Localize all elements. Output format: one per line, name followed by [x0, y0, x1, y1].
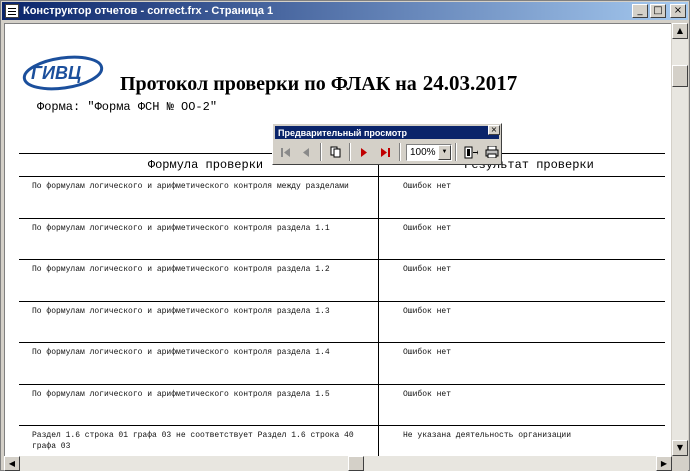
result-cell: Ошибок нет: [403, 265, 452, 274]
report-date: 24.03.2017: [422, 71, 518, 95]
toolbar-separator: [399, 143, 401, 161]
scroll-up-button[interactable]: ▲: [672, 23, 688, 39]
close-preview-button[interactable]: [460, 142, 481, 162]
table-row: По формулам логического и арифметическог…: [19, 219, 665, 260]
table-row: По формулам логического и арифметическог…: [19, 385, 665, 426]
table-row: По формулам логического и арифметическог…: [19, 177, 665, 219]
table-row: По формулам логического и арифметическог…: [19, 260, 665, 302]
first-page-icon: [280, 147, 290, 157]
report-title: Протокол проверки по ФЛАК на 24.03.2017: [120, 71, 517, 96]
result-cell: Ошибок нет: [403, 182, 452, 191]
next-page-button[interactable]: [354, 142, 375, 162]
formula-cell: По формулам логического и арифметическог…: [32, 265, 330, 274]
preview-toolbar-close-button[interactable]: ×: [488, 125, 500, 135]
size-grip[interactable]: [672, 456, 688, 471]
formula-cell: По формулам логического и арифметическог…: [32, 389, 330, 399]
close-button[interactable]: ×: [670, 4, 686, 18]
exit-door-icon: [464, 146, 478, 158]
maximize-button[interactable]: □: [650, 4, 666, 18]
toolbar-separator: [320, 143, 322, 161]
vertical-scroll-thumb[interactable]: [672, 65, 688, 87]
formula-cell: По формулам логического и арифметическог…: [32, 306, 330, 316]
printer-icon: [485, 146, 498, 158]
preview-toolbar-titlebar[interactable]: Предварительный просмотр: [275, 126, 499, 139]
zoom-value: 100%: [410, 146, 436, 158]
go-to-page-button[interactable]: [325, 142, 346, 162]
formula-cell: Раздел 1.6 строка 01 графа 03 не соответ…: [32, 431, 354, 451]
formula-cell: По формулам логического и арифметическог…: [32, 223, 330, 233]
vertical-scrollbar[interactable]: ▲ ▼: [672, 23, 688, 456]
app-icon: [5, 4, 19, 18]
result-cell: Ошибок нет: [403, 389, 452, 399]
scroll-right-button[interactable]: ▶: [656, 456, 672, 471]
report-page: ГИВЦ Протокол проверки по ФЛАК на 24.03.2…: [4, 23, 671, 456]
table-row: По формулам логического и арифметическог…: [19, 302, 665, 343]
zoom-select[interactable]: 100% ▼: [406, 143, 452, 161]
preview-toolbar[interactable]: Предварительный просмотр × 100% ▼: [272, 123, 502, 165]
next-page-icon: [361, 147, 367, 157]
result-cell: Ошибок нет: [403, 348, 452, 357]
formula-cell: По формулам логического и арифметическог…: [32, 182, 349, 191]
givc-logo: ГИВЦ: [22, 55, 104, 91]
results-table: Формула проверки Результат проверки По ф…: [19, 153, 665, 456]
preview-toolbar-title: Предварительный просмотр: [278, 127, 407, 138]
last-page-icon: [380, 147, 390, 157]
form-name: Форма: "Форма ФСН № ОО-2": [37, 100, 218, 114]
formula-cell: По формулам логического и арифметическог…: [32, 348, 330, 357]
print-button[interactable]: [481, 142, 502, 162]
window-title: Конструктор отчетов - correct.frx - Стра…: [23, 5, 274, 17]
horizontal-scrollbar[interactable]: ◀ ▶: [4, 456, 672, 471]
previous-page-icon: [303, 147, 309, 157]
horizontal-scroll-thumb[interactable]: [348, 456, 364, 471]
scroll-left-button[interactable]: ◀: [4, 456, 20, 471]
last-page-button[interactable]: [375, 142, 396, 162]
first-page-button[interactable]: [275, 142, 296, 162]
chevron-down-icon[interactable]: ▼: [438, 144, 451, 160]
result-cell: Не указана деятельность организации: [403, 431, 572, 440]
column-divider: [378, 153, 379, 456]
svg-text:ГИВЦ: ГИВЦ: [31, 63, 81, 83]
result-cell: Ошибок нет: [403, 306, 452, 316]
toolbar-separator: [349, 143, 351, 161]
table-row: Раздел 1.6 строка 01 графа 03 не соответ…: [19, 426, 665, 456]
pages-icon: [330, 146, 340, 158]
toolbar-separator: [455, 143, 457, 161]
report-title-text: Протокол проверки по ФЛАК на: [120, 73, 417, 95]
previous-page-button[interactable]: [296, 142, 317, 162]
scroll-down-button[interactable]: ▼: [672, 440, 688, 456]
table-row: По формулам логического и арифметическог…: [19, 343, 665, 385]
report-designer-window: Конструктор отчетов - correct.frx - Стра…: [0, 0, 690, 471]
title-bar[interactable]: Конструктор отчетов - correct.frx - Стра…: [2, 2, 688, 20]
result-cell: Ошибок нет: [403, 223, 452, 233]
minimize-button[interactable]: _: [632, 4, 648, 18]
